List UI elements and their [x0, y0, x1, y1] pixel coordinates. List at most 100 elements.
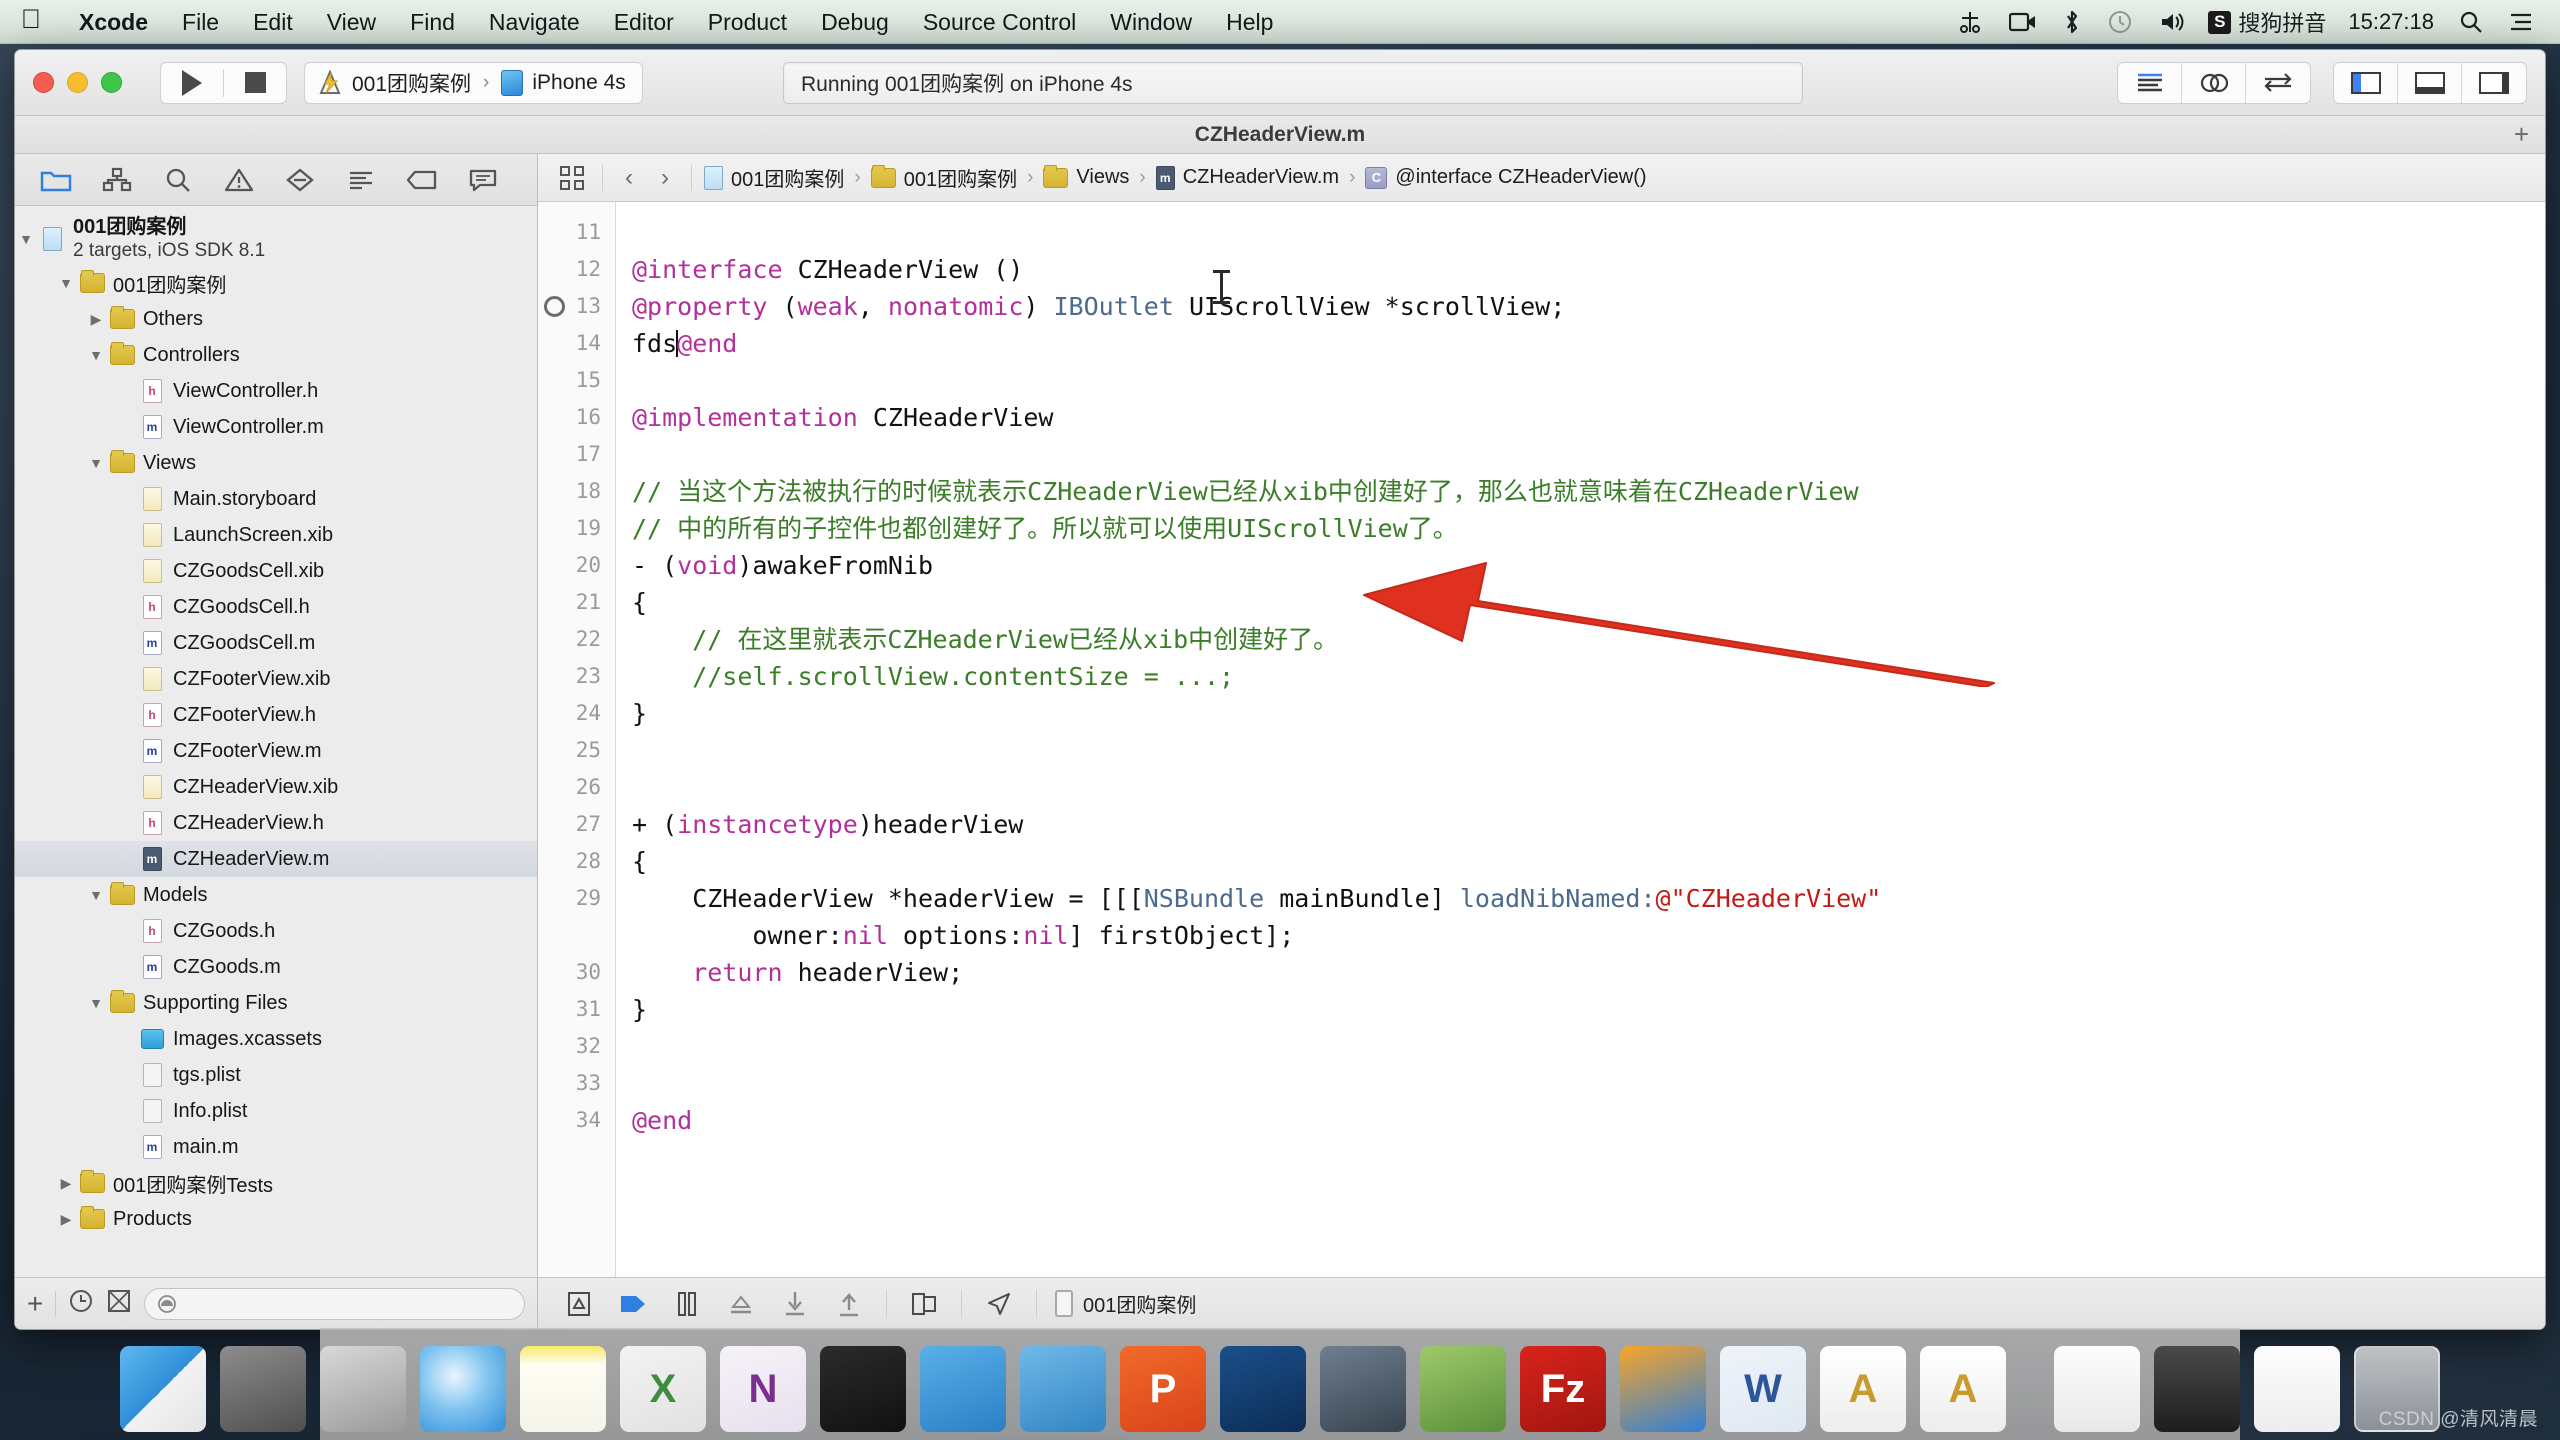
- tree-row[interactable]: m CZGoodsCell.m: [15, 625, 537, 661]
- menu-view[interactable]: View: [310, 0, 393, 44]
- menu-file[interactable]: File: [165, 0, 236, 44]
- pause-icon[interactable]: [660, 1283, 714, 1325]
- code-line[interactable]: }: [632, 695, 2545, 732]
- add-tab-button[interactable]: +: [2514, 119, 2529, 150]
- twisty-down-icon[interactable]: ▼: [55, 275, 77, 291]
- tree-row[interactable]: Info.plist: [15, 1093, 537, 1129]
- project-file-tree[interactable]: ▼ 001团购案例 2 targets, iOS SDK 8.1 ▼ 001团购案…: [15, 206, 537, 1277]
- time-machine-icon[interactable]: [2094, 0, 2146, 44]
- related-items-icon[interactable]: [550, 165, 594, 191]
- line-number[interactable]: 15: [538, 362, 615, 399]
- line-number[interactable]: 27: [538, 806, 615, 843]
- tree-row[interactable]: ▶ Products: [15, 1201, 537, 1237]
- code-line[interactable]: [632, 1028, 2545, 1065]
- sidebar-item-test-navigator[interactable]: [269, 158, 330, 202]
- search-icon[interactable]: [2446, 0, 2496, 44]
- dock-app-word[interactable]: W: [1720, 1346, 1806, 1432]
- stop-square-icon[interactable]: [224, 63, 286, 103]
- line-number[interactable]: 12: [538, 251, 615, 288]
- search-input[interactable]: [144, 1287, 525, 1320]
- code-line[interactable]: fds@end: [632, 325, 2545, 362]
- bluetooth-icon[interactable]: [2050, 0, 2094, 44]
- toggle-navigator-icon[interactable]: [2334, 63, 2398, 103]
- dock-app-launchpad[interactable]: [320, 1346, 406, 1432]
- dock-app-notes-a[interactable]: A: [1820, 1346, 1906, 1432]
- code-line[interactable]: [632, 769, 2545, 806]
- code-line[interactable]: CZHeaderView *headerView = [[[NSBundle m…: [632, 880, 2545, 917]
- source-code-text[interactable]: @interface CZHeaderView () @property (wea…: [616, 202, 2545, 1277]
- breakpoint-marker-icon[interactable]: [544, 296, 565, 317]
- line-number[interactable]: 13: [538, 288, 615, 325]
- line-number[interactable]: 11: [538, 214, 615, 251]
- notification-center-icon[interactable]: [2496, 0, 2546, 44]
- code-line[interactable]: @interface CZHeaderView (): [632, 251, 2545, 288]
- clock-filter-icon[interactable]: [68, 1288, 94, 1319]
- line-number[interactable]: 18: [538, 473, 615, 510]
- twisty-down-icon[interactable]: ▼: [15, 231, 37, 247]
- code-line[interactable]: - (void)awakeFromNib: [632, 547, 2545, 584]
- menu-clock[interactable]: 15:27:18: [2336, 9, 2446, 35]
- zoom-button[interactable]: [101, 72, 122, 93]
- airdrop-scissors-icon[interactable]: [1944, 0, 1996, 44]
- forward-button[interactable]: ›: [647, 164, 683, 192]
- dock-app-simulator[interactable]: [1020, 1346, 1106, 1432]
- menu-navigate[interactable]: Navigate: [472, 0, 597, 44]
- tree-row[interactable]: m CZHeaderView.m: [15, 841, 537, 877]
- code-line[interactable]: // 当这个方法被执行的时候就表示CZHeaderView已经从xib中创建好了…: [632, 473, 2545, 510]
- tree-row[interactable]: LaunchScreen.xib: [15, 517, 537, 553]
- tree-row[interactable]: h CZHeaderView.h: [15, 805, 537, 841]
- line-number[interactable]: 16: [538, 399, 615, 436]
- code-line[interactable]: [632, 1065, 2545, 1102]
- screen-record-icon[interactable]: [1996, 0, 2050, 44]
- tree-row[interactable]: m ViewController.m: [15, 409, 537, 445]
- code-line[interactable]: [632, 214, 2545, 251]
- run-play-icon[interactable]: [161, 63, 223, 103]
- dock-app-system-preferences[interactable]: [220, 1346, 306, 1432]
- dock-documents-stack[interactable]: [2054, 1346, 2140, 1432]
- line-number[interactable]: [538, 917, 615, 954]
- line-number[interactable]: 24: [538, 695, 615, 732]
- line-number[interactable]: 28: [538, 843, 615, 880]
- menu-xcode[interactable]: Xcode: [62, 0, 165, 44]
- volume-icon[interactable]: [2146, 0, 2202, 44]
- dock-app-filezilla[interactable]: Fz: [1520, 1346, 1606, 1432]
- dock-trash[interactable]: [2354, 1346, 2440, 1432]
- close-button[interactable]: [33, 72, 54, 93]
- code-line[interactable]: @end: [632, 1102, 2545, 1139]
- dock-app-safari[interactable]: [420, 1346, 506, 1432]
- line-number[interactable]: 17: [538, 436, 615, 473]
- source-control-filter-icon[interactable]: [106, 1288, 132, 1319]
- tree-row-project[interactable]: ▼ 001团购案例 2 targets, iOS SDK 8.1: [15, 213, 537, 265]
- tree-row[interactable]: ▶ Others: [15, 301, 537, 337]
- sidebar-item-debug-navigator[interactable]: [330, 158, 391, 202]
- menu-find[interactable]: Find: [393, 0, 472, 44]
- apple-logo-icon[interactable]: : [0, 6, 62, 37]
- code-line[interactable]: + (instancetype)headerView: [632, 806, 2545, 843]
- dock-app-terminal[interactable]: [820, 1346, 906, 1432]
- dock-app-parallels[interactable]: P: [1120, 1346, 1206, 1432]
- twisty-down-icon[interactable]: ▼: [85, 887, 107, 903]
- line-number[interactable]: 30: [538, 954, 615, 991]
- dock-app-stickies[interactable]: [520, 1346, 606, 1432]
- code-line[interactable]: {: [632, 843, 2545, 880]
- tree-row[interactable]: CZGoodsCell.xib: [15, 553, 537, 589]
- view-hierarchy-icon[interactable]: [897, 1283, 951, 1325]
- line-number[interactable]: 23: [538, 658, 615, 695]
- line-number[interactable]: 29: [538, 880, 615, 917]
- line-number[interactable]: 14: [538, 325, 615, 362]
- standard-editor-icon[interactable]: [2118, 63, 2182, 103]
- code-line[interactable]: [632, 362, 2545, 399]
- tree-row[interactable]: ▶ 001团购案例Tests: [15, 1165, 537, 1201]
- dock-app-photos[interactable]: [1420, 1346, 1506, 1432]
- tree-row[interactable]: Images.xcassets: [15, 1021, 537, 1057]
- breadcrumb-item[interactable]: C @interface CZHeaderView(): [1361, 166, 1650, 189]
- code-line[interactable]: [632, 732, 2545, 769]
- line-number[interactable]: 21: [538, 584, 615, 621]
- line-number[interactable]: 25: [538, 732, 615, 769]
- tree-row[interactable]: Main.storyboard: [15, 481, 537, 517]
- code-editor[interactable]: 11 12 13 14 15 16 17 18 19 20 21 22 23 24 25 26 27 28 29 30…: [538, 202, 2545, 1277]
- breadcrumb-item[interactable]: Views: [1039, 164, 1133, 189]
- continue-program-icon[interactable]: [606, 1283, 660, 1325]
- step-out-icon[interactable]: [822, 1283, 876, 1325]
- twisty-down-icon[interactable]: ▼: [85, 347, 107, 363]
